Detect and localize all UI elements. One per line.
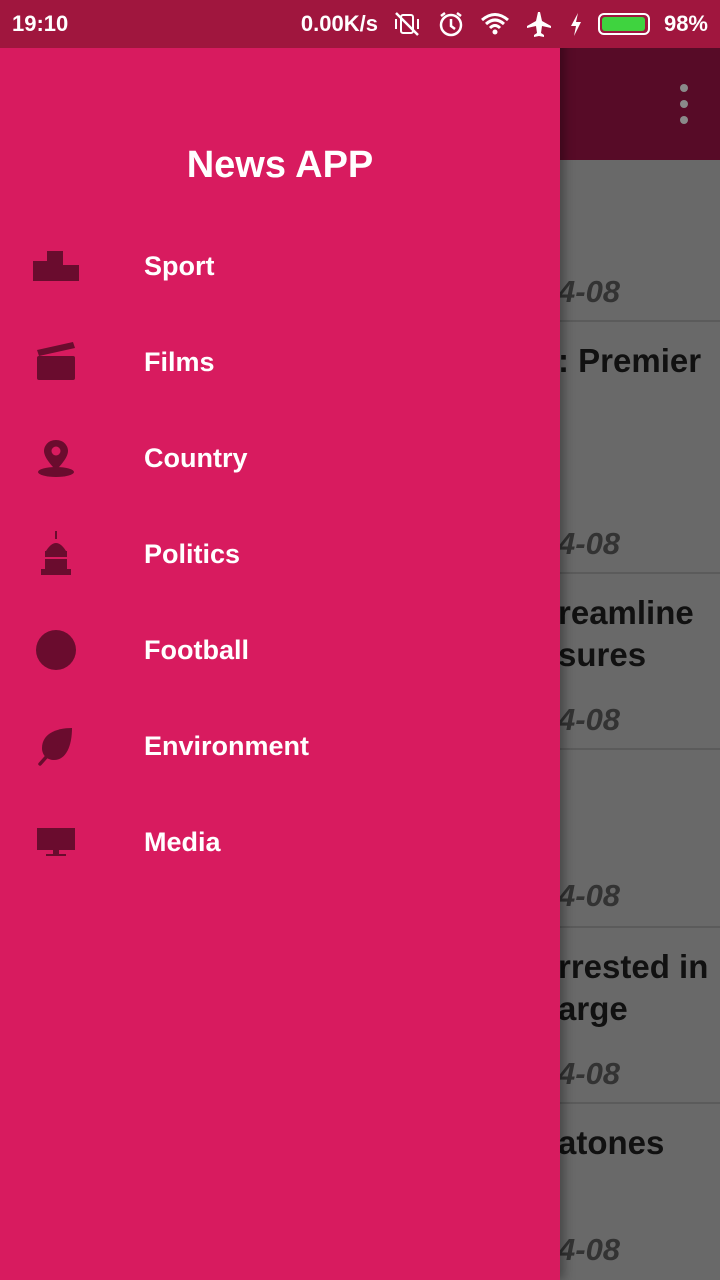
drawer-item-country[interactable]: Country	[0, 410, 560, 506]
drawer-item-label: Politics	[144, 538, 241, 569]
news-date: 4-08	[558, 878, 621, 913]
location-pin-icon	[30, 432, 82, 484]
menu-dot	[680, 100, 688, 108]
battery-fill	[601, 17, 646, 31]
drawer-item-label: Media	[144, 826, 221, 857]
podium-icon	[30, 240, 82, 292]
clapperboard-icon	[30, 336, 82, 388]
status-bar: 19:10 0.00K/s 98%	[0, 0, 720, 48]
network-speed: 0.00K/s	[300, 11, 378, 36]
battery-icon	[597, 13, 650, 35]
drawer-item-football[interactable]: Football	[0, 602, 560, 698]
leaf-icon	[30, 720, 82, 772]
status-time: 19:10	[12, 11, 69, 36]
news-title: : Premier	[558, 342, 702, 379]
drawer-item-label: Sport	[144, 250, 215, 281]
news-date: 4-08	[558, 1232, 621, 1267]
drawer-item-media[interactable]: Media	[0, 794, 560, 890]
drawer-item-politics[interactable]: Politics	[0, 506, 560, 602]
news-date: 4-08	[558, 702, 621, 737]
drawer-title: News APP	[186, 144, 374, 186]
menu-dot	[680, 84, 688, 92]
drawer-item-label: Country	[144, 442, 248, 473]
airplane-icon	[524, 9, 554, 39]
drawer-item-sport[interactable]: Sport	[0, 218, 560, 314]
alarm-icon	[436, 9, 466, 39]
drawer-item-label: Films	[144, 346, 215, 377]
news-date: 4-08	[558, 526, 621, 561]
drawer-item-films[interactable]: Films	[0, 314, 560, 410]
overflow-menu-icon[interactable]	[676, 84, 692, 124]
charging-icon	[568, 9, 584, 39]
status-icons: 0.00K/s 98%	[301, 0, 708, 48]
wifi-icon	[480, 9, 510, 39]
battery-percent: 98%	[663, 11, 708, 36]
news-date: 4-08	[558, 274, 621, 309]
navigation-drawer: News APP Sport Films Country Politics Fo…	[0, 0, 560, 1280]
drawer-item-environment[interactable]: Environment	[0, 698, 560, 794]
drawer-item-label: Football	[144, 634, 249, 665]
monitor-icon	[30, 816, 82, 868]
news-title: rrested in arge	[558, 948, 709, 1027]
news-title: atones	[558, 1124, 665, 1161]
menu-dot	[680, 116, 688, 124]
news-date: 4-08	[558, 1056, 621, 1091]
ball-icon	[30, 624, 82, 676]
vibrate-off-icon	[392, 9, 422, 39]
news-title: reamline sures	[558, 594, 694, 673]
capitol-icon	[30, 528, 82, 580]
drawer-item-label: Environment	[144, 730, 310, 761]
